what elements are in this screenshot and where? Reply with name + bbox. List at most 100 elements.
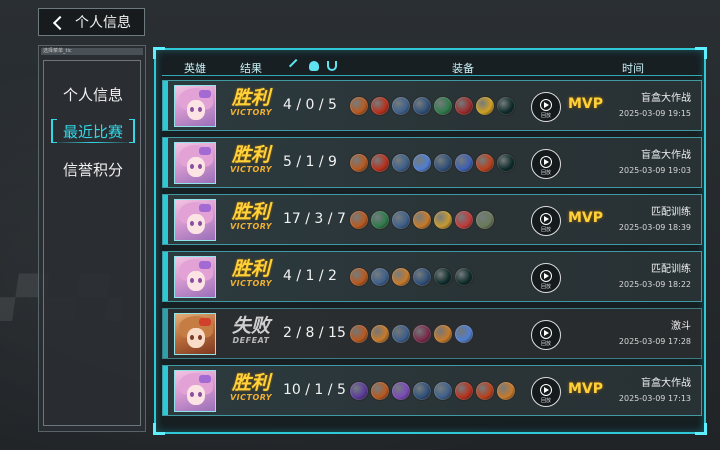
equipment-item-icon[interactable] — [412, 153, 432, 173]
match-result: 胜利 VICTORY — [225, 373, 277, 402]
row-accent-stripe — [163, 138, 168, 187]
play-icon — [540, 213, 552, 225]
play-icon — [540, 99, 552, 111]
hero-avatar — [174, 313, 216, 355]
match-time: 2025-03-09 19:15 — [618, 109, 691, 118]
equipment-list — [349, 324, 474, 344]
equipment-item-icon[interactable] — [412, 381, 432, 401]
result-text: 失败 — [231, 315, 270, 337]
match-row[interactable]: 胜利 VICTORY 5 / 1 / 9 回放 盲盒大作战 2025-03-09… — [162, 137, 702, 188]
equipment-item-icon[interactable] — [370, 153, 390, 173]
result-text-en: DEFEAT — [232, 336, 270, 345]
equipment-item-icon[interactable] — [370, 381, 390, 401]
match-result: 胜利 VICTORY — [225, 88, 277, 117]
back-button[interactable]: 个人信息 — [38, 8, 145, 36]
equipment-item-icon[interactable] — [454, 153, 474, 173]
equipment-item-icon[interactable] — [496, 96, 516, 116]
replay-button[interactable]: 回放 — [531, 377, 561, 407]
match-result: 胜利 VICTORY — [225, 202, 277, 231]
avatar-accessory — [199, 204, 211, 212]
equipment-item-icon[interactable] — [475, 96, 495, 116]
nav-item-profile[interactable]: 个人信息 — [53, 80, 133, 108]
equipment-item-icon[interactable] — [391, 324, 411, 344]
replay-button[interactable]: 回放 — [531, 206, 561, 236]
match-row[interactable]: 失败 DEFEAT 2 / 8 / 15 回放 激斗 2025-03-09 17… — [162, 308, 702, 359]
equipment-item-icon[interactable] — [454, 96, 474, 116]
equipment-item-icon[interactable] — [370, 210, 390, 230]
kda-score: 5 / 1 / 9 — [283, 154, 337, 170]
game-mode: 盲盒大作战 — [641, 150, 691, 161]
equipment-item-icon[interactable] — [349, 267, 369, 287]
equipment-item-icon[interactable] — [412, 210, 432, 230]
match-row[interactable]: 胜利 VICTORY 10 / 1 / 5 回放 MVP 盲盒大作战 2025-… — [162, 365, 702, 416]
table-header: 英雄 结果 装备 时间 — [162, 58, 702, 76]
match-row[interactable]: 胜利 VICTORY 17 / 3 / 7 回放 MVP 匹配训练 2025-0… — [162, 194, 702, 245]
replay-label: 回放 — [540, 341, 551, 347]
equipment-item-icon[interactable] — [454, 210, 474, 230]
avatar-eye — [190, 107, 194, 112]
row-accent-stripe — [163, 309, 168, 358]
equipment-item-icon[interactable] — [349, 324, 369, 344]
frame-corner — [153, 423, 165, 435]
replay-button[interactable]: 回放 — [531, 92, 561, 122]
equipment-item-icon[interactable] — [412, 267, 432, 287]
equipment-item-icon[interactable] — [391, 267, 411, 287]
nav-item-label: 最近比赛 — [62, 122, 123, 141]
hero-avatar — [174, 370, 216, 412]
equipment-item-icon[interactable] — [496, 381, 516, 401]
equipment-item-icon[interactable] — [349, 153, 369, 173]
equipment-item-icon[interactable] — [475, 381, 495, 401]
back-button-label: 个人信息 — [75, 15, 131, 31]
equipment-item-icon[interactable] — [349, 96, 369, 116]
equipment-item-icon[interactable] — [349, 381, 369, 401]
avatar-eye — [198, 107, 202, 112]
equipment-item-icon[interactable] — [454, 381, 474, 401]
replay-button[interactable]: 回放 — [531, 263, 561, 293]
equipment-item-icon[interactable] — [412, 324, 432, 344]
equipment-list — [349, 381, 516, 401]
header-kda-icons — [288, 58, 337, 74]
equipment-item-icon[interactable] — [370, 96, 390, 116]
equipment-item-icon[interactable] — [370, 324, 390, 344]
chevron-left-icon — [52, 15, 68, 30]
match-time: 2025-03-09 18:39 — [618, 223, 691, 232]
equipment-item-icon[interactable] — [475, 153, 495, 173]
equipment-item-icon[interactable] — [391, 153, 411, 173]
equipment-item-icon[interactable] — [496, 153, 516, 173]
avatar-eye — [198, 335, 202, 340]
header-time: 时间 — [622, 62, 644, 75]
equipment-item-icon[interactable] — [475, 210, 495, 230]
match-time: 2025-03-09 17:13 — [618, 394, 691, 403]
equipment-item-icon[interactable] — [391, 210, 411, 230]
match-time: 2025-03-09 18:22 — [618, 280, 691, 289]
replay-button[interactable]: 回放 — [531, 149, 561, 179]
match-row[interactable]: 胜利 VICTORY 4 / 1 / 2 回放 匹配训练 2025-03-09 … — [162, 251, 702, 302]
match-row[interactable]: 胜利 VICTORY 4 / 0 / 5 回放 MVP 盲盒大作战 2025-0… — [162, 80, 702, 131]
result-text: 胜利 — [231, 372, 270, 394]
equipment-item-icon[interactable] — [433, 381, 453, 401]
equipment-item-icon[interactable] — [412, 96, 432, 116]
equipment-item-icon[interactable] — [454, 324, 474, 344]
play-icon — [540, 327, 552, 339]
replay-button[interactable]: 回放 — [531, 320, 561, 350]
equipment-item-icon[interactable] — [433, 324, 453, 344]
equipment-item-icon[interactable] — [433, 96, 453, 116]
replay-label: 回放 — [540, 227, 551, 233]
equipment-item-icon[interactable] — [433, 153, 453, 173]
game-mode: 匹配训练 — [651, 264, 691, 275]
result-text-en: VICTORY — [229, 165, 272, 174]
row-accent-stripe — [163, 195, 168, 244]
equipment-item-icon[interactable] — [349, 210, 369, 230]
equipment-item-icon[interactable] — [433, 267, 453, 287]
avatar-accessory — [199, 261, 211, 269]
kda-score: 17 / 3 / 7 — [283, 211, 346, 227]
nav-item-reputation[interactable]: 信誉积分 — [53, 155, 133, 183]
equipment-item-icon[interactable] — [391, 381, 411, 401]
equipment-item-icon[interactable] — [433, 210, 453, 230]
equipment-item-icon[interactable] — [370, 267, 390, 287]
equipment-list — [349, 267, 474, 287]
result-text: 胜利 — [231, 87, 270, 109]
equipment-item-icon[interactable] — [454, 267, 474, 287]
equipment-item-icon[interactable] — [391, 96, 411, 116]
nav-item-recent-matches[interactable]: 最近比赛 — [51, 117, 135, 145]
